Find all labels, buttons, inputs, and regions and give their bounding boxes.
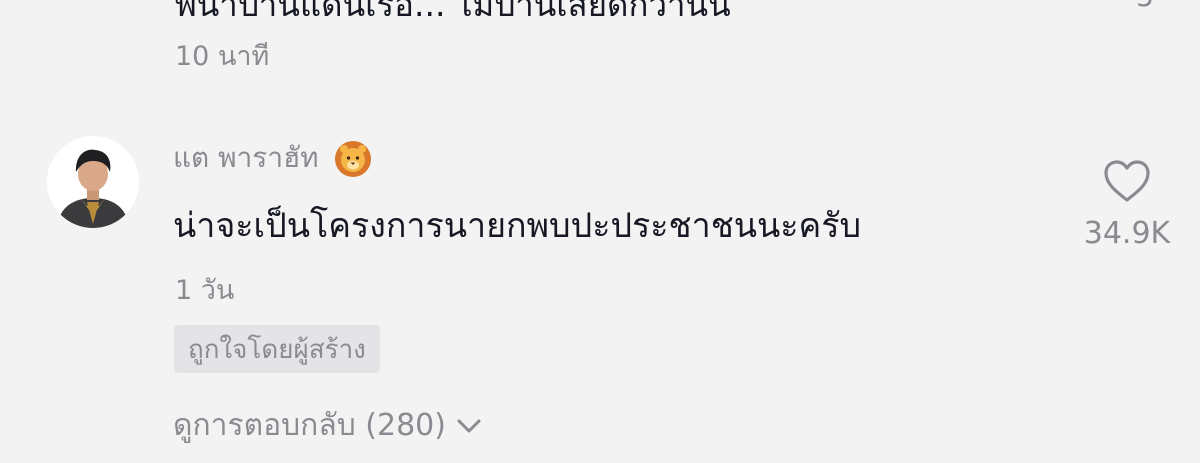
- author-name[interactable]: แต พาราฮัท: [173, 136, 319, 180]
- liked-by-creator-badge: ถูกใจโดยผู้สร้าง: [174, 325, 380, 373]
- avatar-image: [47, 136, 139, 228]
- avatar[interactable]: [47, 136, 139, 228]
- like-count: 34.9K: [1083, 216, 1171, 251]
- author-row: แต พาราฮัท: [173, 138, 373, 178]
- comment-item: แต พาราฮัท น่าจะเป็นโครงการนายกพบปะประชา…: [0, 120, 1200, 463]
- view-replies-button[interactable]: ดูการตอบกลับ (280): [173, 402, 484, 449]
- comment-time: 1 วัน: [175, 275, 235, 306]
- previous-comment: พี่น้ำป้านแดนเรื่อ... ไม่ป้านเสียดีกว่าน…: [0, 0, 1200, 90]
- comment-text: น่าจะเป็นโครงการนายกพบปะประชาชนนะครับ: [173, 206, 862, 246]
- heart-icon[interactable]: [1102, 158, 1152, 204]
- view-replies-label: ดูการตอบกลับ (280): [173, 408, 446, 443]
- previous-comment-like-count: 5: [1136, 0, 1154, 13]
- like-block: 34.9K: [1072, 158, 1182, 251]
- previous-comment-text: พี่น้ำป้านแดนเรื่อ... ไม่ป้านเสียดีกว่าน…: [175, 0, 731, 24]
- previous-comment-time: 10 นาที: [175, 41, 270, 72]
- lion-face-emoji-icon: [334, 141, 371, 177]
- chevron-down-icon: [457, 419, 481, 432]
